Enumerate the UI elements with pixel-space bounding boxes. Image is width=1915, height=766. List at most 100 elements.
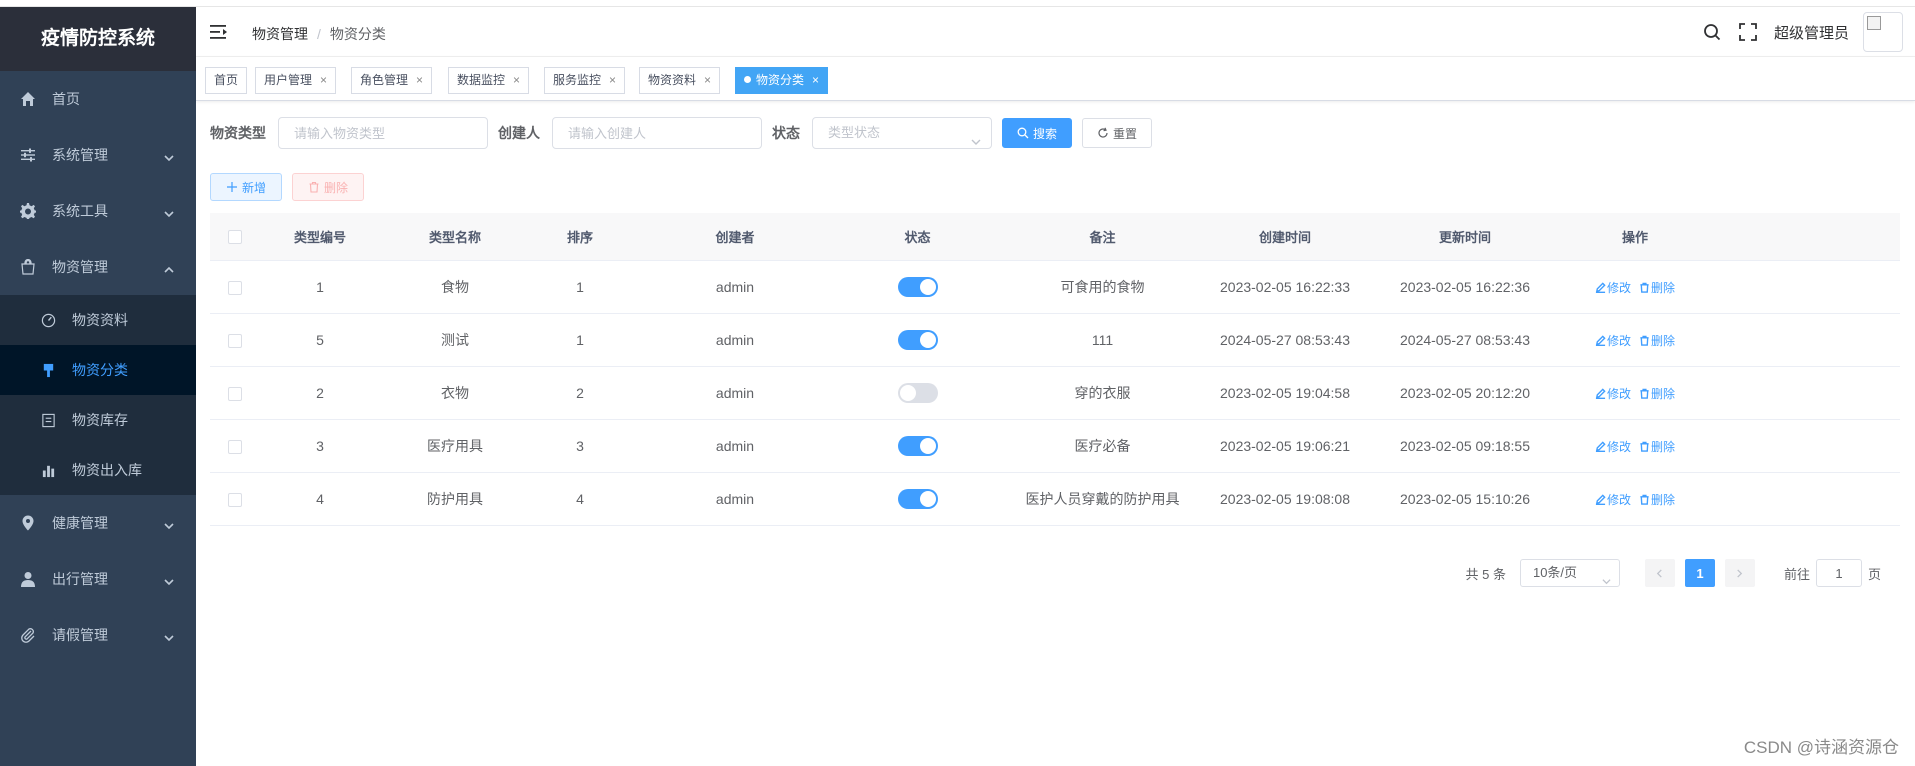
close-icon[interactable]: × xyxy=(416,73,423,87)
user-name[interactable]: 超级管理员 xyxy=(1774,22,1849,43)
sidebar-item-leave[interactable]: 请假管理 xyxy=(0,607,196,663)
delete-link-label: 删除 xyxy=(1651,280,1676,295)
chevron-up-icon xyxy=(164,262,174,273)
status-switch[interactable] xyxy=(897,383,938,403)
edit-link[interactable]: 修改 xyxy=(1595,334,1631,348)
cell-updated-time: 2023-02-05 15:10:26 xyxy=(1400,491,1530,507)
add-button[interactable]: 新增 xyxy=(210,173,283,201)
status-switch[interactable] xyxy=(897,489,938,509)
creator-input[interactable] xyxy=(552,117,762,149)
table-row[interactable]: 3 医疗用具 3 admin 医疗必备 2023-02-05 19:06:21 2023-0… xyxy=(210,420,1900,473)
table-row[interactable]: 5 测试 1 admin 111 2024-05-27 08:53:43 2024-05-2… xyxy=(210,314,1900,367)
page-number-current[interactable]: 1 xyxy=(1684,559,1715,587)
close-icon[interactable]: × xyxy=(609,73,616,87)
sidebar-item-supply-category[interactable]: 物资分类 xyxy=(0,345,196,395)
tag-supply-info[interactable]: 物资资料 × xyxy=(639,67,721,94)
delete-link[interactable]: 删除 xyxy=(1639,387,1675,401)
sidebar-item-label: 物资分类 xyxy=(72,362,128,378)
close-icon[interactable]: × xyxy=(812,73,819,87)
edit-link[interactable]: 修改 xyxy=(1595,440,1631,454)
cell-remark: 穿的衣服 xyxy=(1074,385,1131,401)
cell-type-name: 医疗用具 xyxy=(427,438,483,454)
sidebar-item-home[interactable]: 首页 xyxy=(0,71,196,127)
reset-button-label: 重置 xyxy=(1113,126,1138,141)
delete-link[interactable]: 删除 xyxy=(1639,493,1675,507)
sidebar-item-health[interactable]: 健康管理 xyxy=(0,495,196,551)
hamburger-icon[interactable] xyxy=(210,24,228,40)
row-select-cell xyxy=(210,279,260,296)
cell-remark: 医护人员穿戴的防护用具 xyxy=(1025,491,1180,507)
next-page-button[interactable] xyxy=(1724,559,1755,587)
sidebar-item-system[interactable]: 系统管理 xyxy=(0,127,196,183)
table-row[interactable]: 4 防护用具 4 admin 医护人员穿戴的防护用具 2023-02-05 19:08:0… xyxy=(210,473,1900,526)
cell-type-id: 1 xyxy=(316,279,324,295)
prev-page-button[interactable] xyxy=(1644,559,1675,587)
sidebar-item-tools[interactable]: 系统工具 xyxy=(0,183,196,239)
status-select-placeholder: 类型状态 xyxy=(828,125,881,140)
row-checkbox[interactable] xyxy=(228,334,242,349)
active-dot-icon xyxy=(744,76,751,83)
cell-updated-time: 2024-05-27 08:53:43 xyxy=(1400,332,1530,348)
tag-label: 角色管理 xyxy=(360,73,409,87)
tag-home[interactable]: 首页 xyxy=(205,67,248,94)
status-switch[interactable] xyxy=(897,277,938,297)
delete-link[interactable]: 删除 xyxy=(1639,440,1675,454)
delete-button-label: 删除 xyxy=(324,180,349,195)
delete-link[interactable]: 删除 xyxy=(1639,334,1675,348)
delete-link[interactable]: 删除 xyxy=(1639,281,1675,295)
edit-link[interactable]: 修改 xyxy=(1595,493,1631,507)
goto-page-input[interactable] xyxy=(1815,559,1862,587)
search-button[interactable]: 搜索 xyxy=(1002,118,1073,148)
tag-user-management[interactable]: 用户管理 × xyxy=(255,67,337,94)
edit-link-label: 修改 xyxy=(1606,280,1631,295)
sidebar-item-supply-stock[interactable]: 物资库存 xyxy=(0,395,196,445)
row-checkbox[interactable] xyxy=(228,281,242,296)
cell-created-time: 2024-05-27 08:53:43 xyxy=(1220,332,1350,348)
row-checkbox[interactable] xyxy=(228,440,242,455)
avatar[interactable] xyxy=(1863,12,1903,52)
edit-icon xyxy=(1595,334,1607,348)
status-switch[interactable] xyxy=(897,436,938,456)
tag-role-management[interactable]: 角色管理 × xyxy=(351,67,433,94)
app-title: 疫情防控系统 xyxy=(0,7,196,71)
close-icon[interactable]: × xyxy=(513,73,520,87)
delete-link-label: 删除 xyxy=(1651,492,1676,507)
chevron-right-icon xyxy=(1737,568,1743,578)
sidebar: 疫情防控系统 首页 系统管理 系统工具 物资管理 物资资料 物资分类 物资库存 xyxy=(0,7,196,766)
page-suffix: 页 xyxy=(1867,566,1881,582)
search-icon[interactable] xyxy=(1702,22,1722,42)
row-checkbox[interactable] xyxy=(228,387,242,402)
fullscreen-icon[interactable] xyxy=(1738,22,1758,42)
close-icon[interactable]: × xyxy=(320,73,327,87)
status-select[interactable]: 类型状态 xyxy=(812,117,992,149)
status-switch[interactable] xyxy=(897,330,938,350)
cell-status xyxy=(840,383,995,403)
table-row[interactable]: 2 衣物 2 admin 穿的衣服 2023-02-05 19:04:58 2023-02-… xyxy=(210,367,1900,420)
trash-icon xyxy=(1639,281,1651,295)
cell-operations: 修改 删除 xyxy=(1570,385,1700,402)
page-size-select[interactable]: 10条/页 xyxy=(1519,559,1620,587)
cell-type-id: 3 xyxy=(316,438,324,454)
delete-button[interactable]: 删除 xyxy=(292,173,365,201)
reset-button[interactable]: 重置 xyxy=(1082,118,1153,148)
table-row[interactable]: 1 食物 1 admin 可食用的食物 2023-02-05 16:22:33 2023-0… xyxy=(210,261,1900,314)
breadcrumb-item[interactable]: 物资管理 xyxy=(252,26,308,42)
select-all-checkbox[interactable] xyxy=(228,230,242,245)
tag-service-monitor[interactable]: 服务监控 × xyxy=(544,67,626,94)
sidebar-item-supply-info[interactable]: 物资资料 xyxy=(0,295,196,345)
sidebar-item-travel[interactable]: 出行管理 xyxy=(0,551,196,607)
row-select-cell xyxy=(210,385,260,402)
cell-creator: admin xyxy=(715,491,755,507)
chevron-down-icon xyxy=(1602,569,1611,585)
close-icon[interactable]: × xyxy=(704,73,711,87)
sidebar-item-supplies[interactable]: 物资管理 xyxy=(0,239,196,295)
edit-link[interactable]: 修改 xyxy=(1595,387,1631,401)
cell-type-id: 4 xyxy=(316,491,324,507)
tag-data-monitor[interactable]: 数据监控 × xyxy=(448,67,530,94)
row-checkbox[interactable] xyxy=(228,493,242,508)
tag-supply-category[interactable]: 物资分类 × xyxy=(735,67,829,94)
delete-link-label: 删除 xyxy=(1651,333,1676,348)
type-input[interactable] xyxy=(278,117,488,149)
sidebar-item-supply-inout[interactable]: 物资出入库 xyxy=(0,445,196,495)
edit-link[interactable]: 修改 xyxy=(1595,281,1631,295)
